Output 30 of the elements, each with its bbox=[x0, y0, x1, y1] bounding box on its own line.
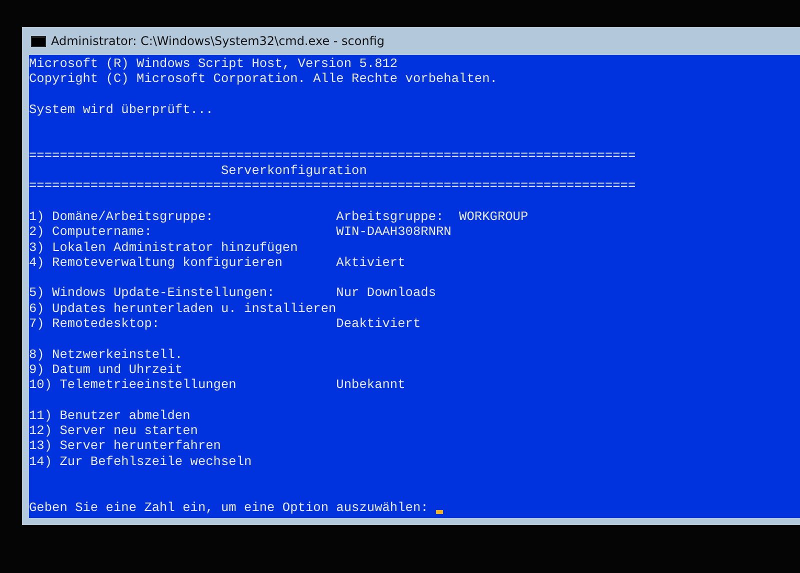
console-text: Microsoft (R) Windows Script Host, Version 5.812 bbox=[29, 56, 399, 72]
menu-option: 14) Zur Befehlszeile wechseln bbox=[29, 454, 336, 470]
option-value: Arbeitsgruppe: WORKGROUP bbox=[336, 208, 528, 224]
menu-option: 9) Datum und Uhrzeit bbox=[29, 362, 336, 378]
option-value: Unbekannt bbox=[336, 377, 406, 393]
console-text: Copyright (C) Microsoft Corporation. Alle Rechte vorbehalten. bbox=[29, 71, 498, 87]
menu-option: 3) Lokalen Administrator hinzufügen bbox=[29, 240, 336, 255]
menu-option: 10) Telemetrieeinstellungen bbox=[29, 377, 336, 393]
menu-option: 1) Domäne/Arbeitsgruppe: bbox=[29, 208, 336, 224]
option-value: Nur Downloads bbox=[336, 285, 436, 301]
menu-option: 2) Computername: bbox=[29, 224, 336, 240]
prompt-text: Geben Sie eine Zahl ein, um eine Option auszuwählen: bbox=[29, 500, 428, 515]
window-title: Administrator: C:\Windows\System32\cmd.exe - sconfig bbox=[51, 34, 385, 48]
section-heading: Serverkonfiguration bbox=[220, 163, 368, 178]
option-value: Aktiviert bbox=[336, 254, 406, 270]
menu-option: 5) Windows Update-Einstellungen: bbox=[29, 285, 336, 301]
menu-option: 8) Netzwerkeinstell. bbox=[29, 346, 336, 362]
text-cursor bbox=[436, 510, 444, 514]
menu-option: 6) Updates herunterladen u. installieren bbox=[29, 300, 336, 316]
separator-line: =============================================================================== bbox=[29, 148, 637, 164]
status-text: System wird überprüft... bbox=[29, 102, 214, 118]
console-icon bbox=[31, 36, 46, 46]
option-value: Deaktiviert bbox=[336, 316, 421, 332]
menu-option: 11) Benutzer abmelden bbox=[29, 408, 336, 424]
menu-option: 4) Remoteverwaltung konfigurieren bbox=[29, 254, 336, 270]
menu-option: 12) Server neu starten bbox=[29, 423, 336, 438]
separator-line: =============================================================================== bbox=[29, 178, 637, 194]
option-value: WIN-DAAH308RNRN bbox=[336, 224, 452, 240]
menu-option: 13) Server herunterfahren bbox=[29, 438, 336, 454]
menu-option: 7) Remotedesktop: bbox=[29, 316, 336, 332]
